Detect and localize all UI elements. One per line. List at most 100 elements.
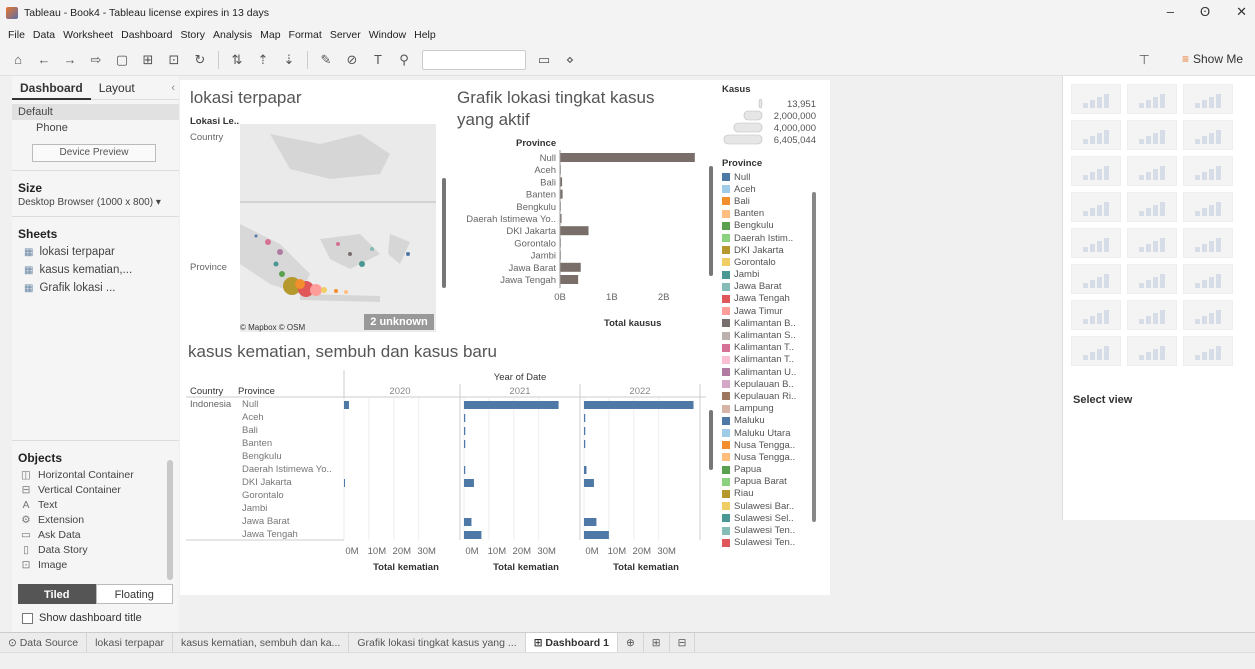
chart-type-pie-chart-icon[interactable]	[1183, 120, 1233, 150]
menu-help[interactable]: Help	[414, 29, 436, 41]
swap-icon[interactable]: ⇅	[229, 52, 245, 68]
small-multiples-chart[interactable]: Year of Date Country Province Indonesia Null…	[186, 368, 716, 590]
tab-layout[interactable]: Layout	[91, 76, 143, 100]
legend-item[interactable]: Null	[722, 171, 821, 183]
legend-item[interactable]: Sulawesi Ten..	[722, 537, 821, 549]
share-icon[interactable]: ⋄	[562, 52, 578, 68]
legend-item[interactable]: Banten	[722, 208, 821, 220]
legend-scrollbar[interactable]	[812, 192, 816, 522]
show-me-button[interactable]: ≡ Show Me	[1182, 52, 1243, 66]
connect-icon[interactable]: ⇨	[88, 52, 104, 68]
chart-type-treemap-icon[interactable]	[1071, 192, 1121, 222]
legend-item[interactable]: Gorontalo	[722, 256, 821, 268]
bar-chart-scrollbar[interactable]	[709, 166, 713, 276]
home-icon[interactable]: ⌂	[10, 52, 26, 67]
legend-item[interactable]: Lampung	[722, 403, 821, 415]
chart-type-area-continuous-icon[interactable]	[1071, 264, 1121, 294]
menu-format[interactable]: Format	[289, 29, 322, 41]
bar-chart[interactable]: NullAcehBali BantenBengkuluDaerah Istimew…	[450, 150, 712, 310]
sheet-item[interactable]: ▦ Grafik lokasi ...	[12, 279, 179, 297]
chart-type-scatter-plot-icon[interactable]	[1071, 300, 1121, 330]
device-preview-button[interactable]: Device Preview	[32, 144, 156, 162]
legend-item[interactable]: Sulawesi Ten..	[722, 524, 821, 536]
menu-window[interactable]: Window	[369, 29, 406, 41]
chart-type-gantt-icon[interactable]	[1071, 336, 1121, 366]
chart-type-text-table-icon[interactable]	[1071, 84, 1121, 114]
object-text[interactable]: A Text	[12, 497, 179, 512]
minimize-button[interactable]: –	[1167, 4, 1174, 20]
size-select[interactable]: Desktop Browser (1000 x 800) ▾	[18, 197, 179, 208]
legend-item[interactable]: Maluku Utara	[722, 427, 821, 439]
floating-button[interactable]: Floating	[95, 584, 173, 604]
sort-desc-icon[interactable]: ⇣	[281, 52, 297, 68]
chart-type-line-continuous-icon[interactable]	[1071, 228, 1121, 258]
chart-type-stacked-bar-icon[interactable]	[1127, 156, 1177, 186]
tab-dashboard[interactable]: Dashboard	[12, 76, 91, 100]
chart-type-side-by-side-bar-icon[interactable]	[1183, 156, 1233, 186]
legend-item[interactable]: Jambi	[722, 269, 821, 281]
forward-icon[interactable]: →	[62, 52, 78, 67]
chart-type-histogram-icon[interactable]	[1127, 300, 1177, 330]
chart-type-dual-combination-icon[interactable]	[1183, 264, 1233, 294]
legend-item[interactable]: Sulawesi Bar..	[722, 500, 821, 512]
legend-item[interactable]: Bengkulu	[722, 220, 821, 232]
legend-item[interactable]: Nusa Tengga..	[722, 451, 821, 463]
chart-type-box-whisker-icon[interactable]	[1183, 300, 1233, 330]
legend-item[interactable]: Jawa Tengah	[722, 293, 821, 305]
legend-item[interactable]: Sulawesi Sel..	[722, 512, 821, 524]
fit-select[interactable]	[422, 49, 526, 70]
tab-dashboard-1[interactable]: ⊞ Dashboard 1	[525, 632, 618, 653]
menu-worksheet[interactable]: Worksheet	[63, 29, 113, 41]
chart-type-side-by-side-circle-icon[interactable]	[1183, 192, 1233, 222]
legend-item[interactable]: Jawa Barat	[722, 281, 821, 293]
legend-item[interactable]: Kepulauan Ri..	[722, 390, 821, 402]
tiled-button[interactable]: Tiled	[18, 584, 96, 604]
legend-item[interactable]: Papua Barat	[722, 476, 821, 488]
legend-item[interactable]: Papua	[722, 464, 821, 476]
show-title-checkbox[interactable]	[22, 612, 33, 624]
chart-type-filled-map-icon[interactable]	[1127, 120, 1177, 150]
label-icon[interactable]: T	[370, 52, 386, 67]
sheet-item[interactable]: ▦ kasus kematian,...	[12, 261, 179, 279]
duplicate-icon[interactable]: ⊡	[166, 52, 182, 68]
small-multiples-scrollbar[interactable]	[709, 410, 713, 470]
new-worksheet-icon[interactable]: ⊕	[618, 632, 644, 653]
object-ask-data[interactable]: ▭ Ask Data	[12, 527, 179, 542]
legend-item[interactable]: Kepulauan B..	[722, 378, 821, 390]
tab-data-source[interactable]: ⊙ Data Source	[0, 632, 88, 653]
legend-item[interactable]: Kalimantan T..	[722, 354, 821, 366]
legend-item[interactable]: Maluku	[722, 415, 821, 427]
sort-asc-icon[interactable]: ⇡	[255, 52, 271, 68]
maximize-button[interactable]: ʘ	[1200, 4, 1210, 20]
chart-type-highlight-table-icon[interactable]	[1183, 84, 1233, 114]
tab-lokasi-terpapar[interactable]: lokasi terpapar	[87, 632, 173, 653]
chart-type-heat-map-icon[interactable]	[1127, 84, 1177, 114]
object-data-story[interactable]: ▯ Data Story	[12, 542, 179, 557]
object-extension[interactable]: ⚙ Extension	[12, 512, 179, 527]
legend-item[interactable]: Kalimantan T..	[722, 342, 821, 354]
tooltip-icon[interactable]: ⊤	[1139, 52, 1150, 68]
device-phone[interactable]: Phone	[12, 120, 179, 136]
chart-type-dual-lines-icon[interactable]	[1183, 228, 1233, 258]
legend-item[interactable]: Bali	[722, 195, 821, 207]
chart-type-bullet-graph-icon[interactable]	[1127, 336, 1177, 366]
menu-map[interactable]: Map	[260, 29, 280, 41]
menu-story[interactable]: Story	[180, 29, 205, 41]
menu-server[interactable]: Server	[330, 29, 361, 41]
legend-item[interactable]: Aceh	[722, 183, 821, 195]
tab-grafik-lokasi[interactable]: Grafik lokasi tingkat kasus yang ...	[349, 632, 526, 653]
legend-item[interactable]: Kalimantan S..	[722, 329, 821, 341]
menu-data[interactable]: Data	[33, 29, 55, 41]
chart-type-area-discrete-icon[interactable]	[1127, 264, 1177, 294]
menu-file[interactable]: File	[8, 29, 25, 41]
menu-dashboard[interactable]: Dashboard	[121, 29, 172, 41]
chart-type-horizontal-bar-icon[interactable]	[1071, 156, 1121, 186]
save-icon[interactable]: ▢	[114, 52, 130, 68]
legend-item[interactable]: Kalimantan U..	[722, 366, 821, 378]
new-story-icon[interactable]: ⊟	[670, 632, 696, 653]
presentation-icon[interactable]: ▭	[536, 52, 552, 68]
chart-type-circle-view-icon[interactable]	[1127, 192, 1177, 222]
legend-item[interactable]: Daerah Istim..	[722, 232, 821, 244]
back-icon[interactable]: ←	[36, 52, 52, 67]
new-dashboard-icon[interactable]: ⊞	[644, 632, 670, 653]
